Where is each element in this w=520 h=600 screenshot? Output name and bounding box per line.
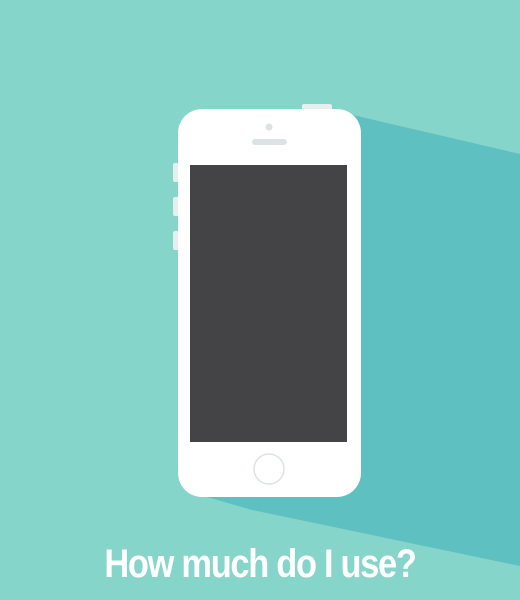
home-button xyxy=(253,453,285,485)
speaker-grille xyxy=(252,139,287,145)
front-camera xyxy=(265,123,273,131)
phone-screen xyxy=(190,165,347,442)
caption-title: How much do I use? xyxy=(104,542,417,586)
phone-illustration xyxy=(0,0,520,600)
